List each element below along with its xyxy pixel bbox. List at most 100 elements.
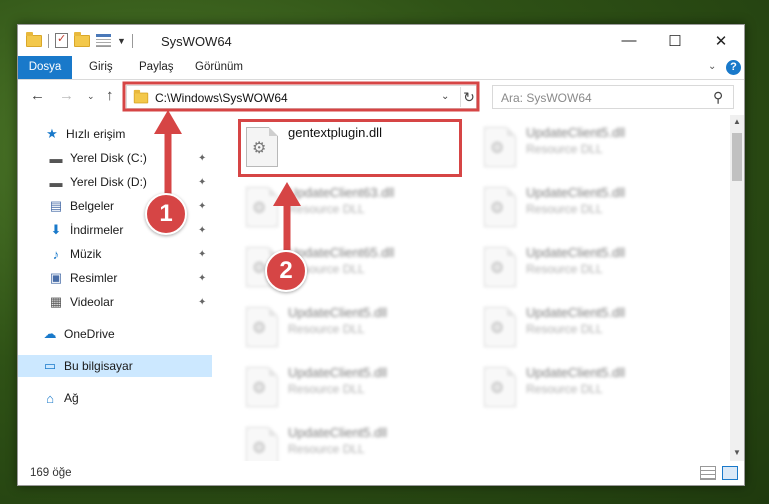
file-name: UpdateClient5.dll <box>526 125 626 140</box>
scroll-thumb[interactable] <box>732 133 742 181</box>
file-type: Resource DLL <box>526 142 603 156</box>
help-icon[interactable]: ? <box>726 60 741 75</box>
close-button[interactable]: ✕ <box>698 25 744 56</box>
sidebar-item-videos[interactable]: ▦ Videolar ✦ <box>18 291 212 313</box>
view-options-icon[interactable] <box>96 34 111 47</box>
sidebar-item-this-pc[interactable]: ▭ Bu bilgisayar <box>18 355 212 377</box>
step-badge-1: 1 <box>145 193 187 235</box>
tab-home[interactable]: Giriş <box>89 56 113 79</box>
file-item[interactable]: UpdateClient5.dll Resource DLL <box>476 361 702 415</box>
sidebar-item-label: Bu bilgisayar <box>64 359 133 373</box>
pin-icon[interactable]: ✦ <box>198 273 206 284</box>
file-name: UpdateClient5.dll <box>288 305 388 320</box>
dll-file-icon <box>484 247 516 287</box>
file-type: Resource DLL <box>288 322 365 336</box>
file-item[interactable]: UpdateClient5.dll Resource DLL <box>476 121 702 175</box>
sidebar-item-local-disk-c[interactable]: ▬ Yerel Disk (C:) ✦ <box>18 147 212 169</box>
file-item[interactable]: UpdateClient5.dll Resource DLL <box>238 361 464 415</box>
file-type: Resource DLL <box>526 262 603 276</box>
drive-icon: ▬ <box>49 150 63 166</box>
file-item[interactable]: UpdateClient5.dll Resource DLL <box>476 241 702 295</box>
step-badge-2: 2 <box>265 250 307 292</box>
up-button[interactable]: ↑ <box>106 87 114 104</box>
pin-icon[interactable]: ✦ <box>198 297 206 308</box>
sidebar-item-music[interactable]: ♪ Müzik ✦ <box>18 243 212 265</box>
network-icon: ⌂ <box>46 390 54 406</box>
file-type: Resource DLL <box>288 382 365 396</box>
file-type: Resource DLL <box>526 322 603 336</box>
address-path[interactable]: C:\Windows\SysWOW64 <box>155 91 288 105</box>
navigation-bar: ← → ⌄ ↑ C:\Windows\SysWOW64 ⌄ ↻ Ara: Sys… <box>18 81 744 113</box>
pin-icon[interactable]: ✦ <box>198 201 206 212</box>
pin-icon[interactable]: ✦ <box>198 153 206 164</box>
sidebar-item-label: Müzik <box>70 247 102 261</box>
file-name: UpdateClient5.dll <box>288 425 388 440</box>
search-placeholder: Ara: SysWOW64 <box>501 91 592 105</box>
sidebar-item-pictures[interactable]: ▣ Resimler ✦ <box>18 267 212 289</box>
file-item[interactable]: UpdateClient5.dll Resource DLL <box>238 301 464 355</box>
file-type: Resource DLL <box>526 382 603 396</box>
scroll-down-arrow-icon[interactable]: ▼ <box>733 448 741 457</box>
file-name: UpdateClient65.dll <box>288 245 395 260</box>
details-view-icon[interactable] <box>700 466 716 480</box>
dll-file-icon <box>484 367 516 407</box>
quick-access-toolbar: ▼ <box>26 31 133 48</box>
title-bar: ▼ SysWOW64 — ☐ ✕ <box>18 25 744 56</box>
sidebar-item-label: Belgeler <box>70 199 115 213</box>
status-bar: 169 öğe <box>18 462 744 485</box>
sidebar-item-label: Ağ <box>64 391 79 405</box>
ribbon-tabs: Dosya Giriş Paylaş Görünüm ⌄ ? <box>18 56 744 80</box>
pin-icon[interactable]: ✦ <box>198 177 206 188</box>
toolbar-separator <box>131 33 133 48</box>
expand-ribbon-icon[interactable]: ⌄ <box>708 61 716 72</box>
forward-button[interactable]: → <box>59 87 74 104</box>
back-button[interactable]: ← <box>30 87 45 104</box>
dll-file-icon <box>246 307 278 347</box>
properties-icon[interactable] <box>55 32 68 48</box>
drive-icon: ▬ <box>49 174 63 190</box>
pin-icon[interactable]: ✦ <box>198 249 206 260</box>
dll-file-icon <box>484 187 516 227</box>
sidebar-item-label: İndirmeler <box>70 223 124 237</box>
file-name: UpdateClient5.dll <box>526 185 626 200</box>
folder-icon <box>26 31 42 47</box>
large-icons-view-icon[interactable] <box>722 466 738 480</box>
new-folder-icon[interactable] <box>74 31 90 47</box>
vertical-scrollbar[interactable]: ▲ ▼ <box>730 115 744 461</box>
file-type: Resource DLL <box>526 202 603 216</box>
sidebar-item-label: Yerel Disk (C:) <box>70 151 147 165</box>
file-item[interactable]: UpdateClient63.dll Resource DLL <box>238 181 464 235</box>
recent-locations-chevron-icon[interactable]: ⌄ <box>87 91 95 102</box>
pictures-icon: ▣ <box>49 270 63 285</box>
tab-file[interactable]: Dosya <box>18 56 72 79</box>
file-item[interactable]: UpdateClient5.dll Resource DLL <box>238 421 464 461</box>
sidebar-item-label: Resimler <box>70 271 118 285</box>
sidebar-item-quick-access[interactable]: ★ Hızlı erişim <box>18 123 212 145</box>
cloud-icon: ☁ <box>43 326 57 341</box>
item-count: 169 öğe <box>30 467 72 479</box>
address-dropdown-icon[interactable]: ⌄ <box>441 91 449 102</box>
file-item[interactable]: UpdateClient5.dll Resource DLL <box>476 301 702 355</box>
sidebar-item-onedrive[interactable]: ☁ OneDrive <box>18 323 212 345</box>
sidebar-item-label: Hızlı erişim <box>66 127 126 141</box>
quick-access-star-icon: ★ <box>46 126 58 141</box>
minimize-button[interactable]: — <box>606 25 652 56</box>
refresh-icon[interactable]: ↻ <box>460 87 477 107</box>
dll-file-icon <box>484 127 516 167</box>
sidebar-item-network[interactable]: ⌂ Ağ <box>18 387 212 409</box>
music-note-icon: ♪ <box>52 246 60 262</box>
tab-view[interactable]: Görünüm <box>195 56 243 79</box>
maximize-button[interactable]: ☐ <box>652 25 698 56</box>
file-item[interactable]: UpdateClient5.dll Resource DLL <box>476 181 702 235</box>
sidebar-item-local-disk-d[interactable]: ▬ Yerel Disk (D:) ✦ <box>18 171 212 193</box>
search-icon[interactable]: ⚲ <box>713 89 723 106</box>
pin-icon[interactable]: ✦ <box>198 225 206 236</box>
search-box[interactable]: Ara: SysWOW64 ⚲ <box>492 85 734 109</box>
scroll-up-arrow-icon[interactable]: ▲ <box>733 117 741 126</box>
customize-toolbar-dropdown-icon[interactable]: ▼ <box>117 36 126 46</box>
tab-share[interactable]: Paylaş <box>139 56 174 79</box>
sidebar-item-label: Yerel Disk (D:) <box>70 175 147 189</box>
sidebar-item-label: OneDrive <box>64 327 115 341</box>
address-bar[interactable]: C:\Windows\SysWOW64 ⌄ ↻ <box>126 85 477 109</box>
explorer-window: ▼ SysWOW64 — ☐ ✕ Dosya Giriş Paylaş Görü… <box>17 24 745 486</box>
